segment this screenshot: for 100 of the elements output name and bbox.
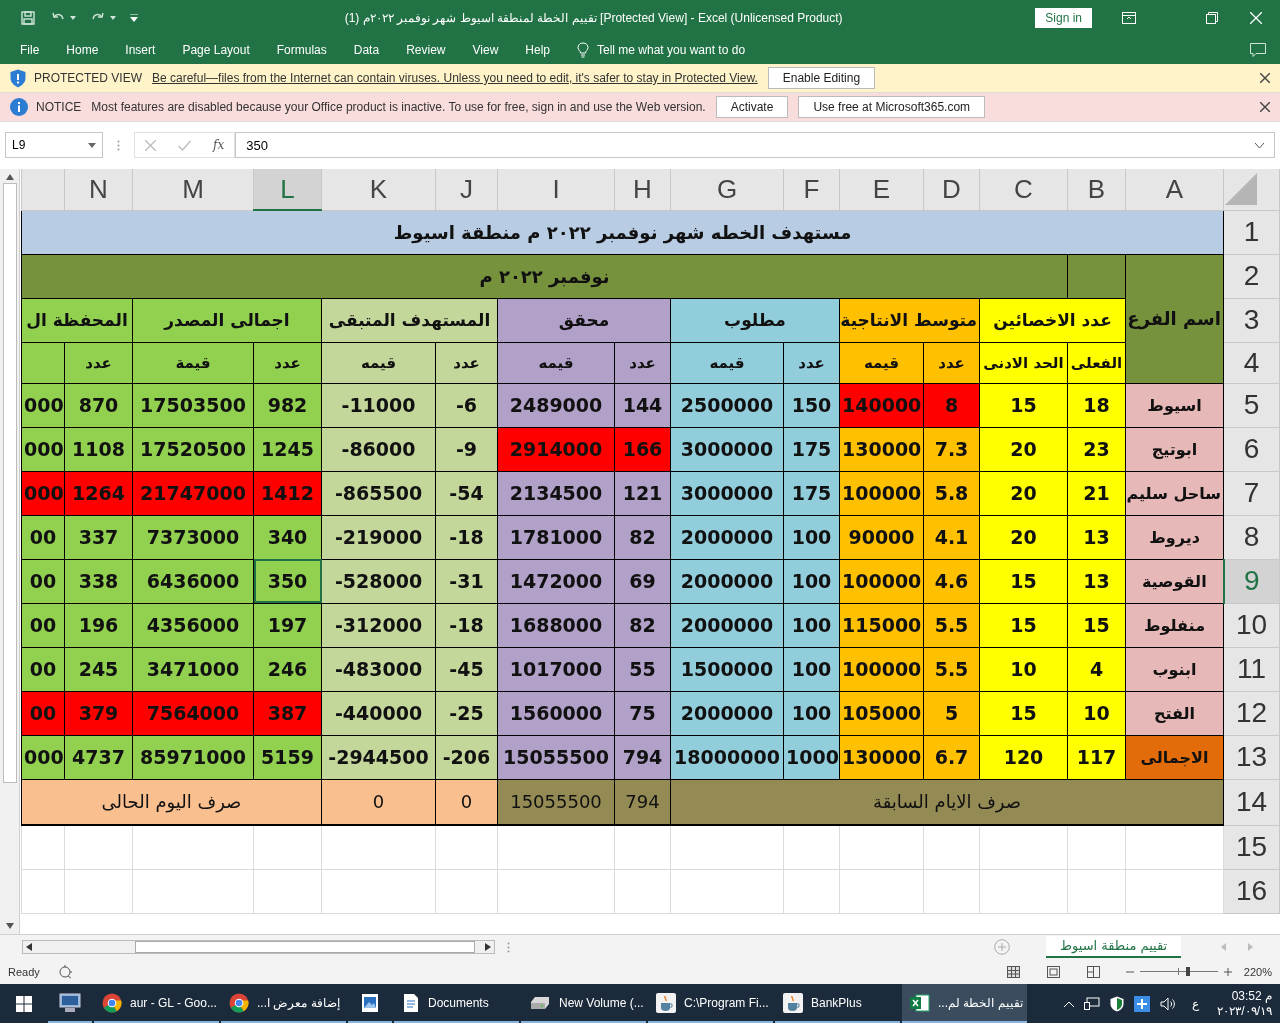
row-header[interactable]: 14: [1223, 779, 1280, 825]
expand-icon[interactable]: [1255, 142, 1264, 148]
scroll-up-icon[interactable]: [5, 174, 14, 180]
row-header[interactable]: 9: [1223, 559, 1280, 603]
drive-icon[interactable]: [529, 995, 551, 1010]
menu-tab[interactable]: Formulas: [276, 42, 327, 57]
row-header[interactable]: 12: [1223, 691, 1280, 735]
formula-input[interactable]: 350: [235, 132, 1275, 158]
page-layout-icon[interactable]: [1046, 965, 1060, 978]
shield-icon[interactable]: [1110, 995, 1125, 1012]
taskbar-button[interactable]: Documents: [394, 984, 519, 1023]
caret-icon[interactable]: [1064, 1000, 1075, 1007]
row-header[interactable]: 4: [1223, 342, 1280, 383]
row-header[interactable]: 16: [1223, 869, 1280, 913]
scrollbar-thumb[interactable]: [135, 941, 475, 953]
row-header[interactable]: 11: [1223, 647, 1280, 691]
row-header[interactable]: 2: [1223, 254, 1280, 298]
picture-icon[interactable]: [361, 992, 379, 1013]
column-header[interactable]: F: [783, 169, 840, 210]
start-icon[interactable]: [16, 995, 32, 1012]
row-header[interactable]: 13: [1223, 735, 1280, 779]
spreadsheet-icon[interactable]: [910, 993, 930, 1012]
insert-function-button[interactable]: fx: [213, 138, 225, 152]
table-cell: -440000: [321, 691, 436, 735]
speaker-icon[interactable]: [1160, 996, 1177, 1011]
restore-icon[interactable]: [1206, 11, 1218, 24]
scroll-left-icon[interactable]: [26, 943, 32, 951]
row-header[interactable]: 15: [1223, 825, 1280, 869]
scrollbar-thumb[interactable]: [2, 183, 17, 783]
row-header[interactable]: 5: [1223, 383, 1280, 427]
page-break-icon[interactable]: [1086, 965, 1100, 978]
taskbar-button[interactable]: aur - GL - Goo...: [94, 984, 219, 1023]
column-header[interactable]: N: [64, 169, 133, 210]
coffee-cup-icon[interactable]: [656, 992, 676, 1013]
scroll-right-icon[interactable]: [485, 943, 491, 951]
scroll-down-icon[interactable]: [5, 923, 14, 929]
column-header[interactable]: K: [321, 169, 436, 210]
row-header[interactable]: 8: [1223, 515, 1280, 559]
bar-button[interactable]: Use free at Microsoft365.com: [798, 96, 986, 118]
zoom-in-icon[interactable]: [1223, 967, 1232, 976]
column-header[interactable]: G: [670, 169, 784, 210]
normal-view-icon[interactable]: [1006, 965, 1020, 978]
menu-tab[interactable]: File: [20, 42, 40, 57]
warning-link[interactable]: Be careful—files from the Internet can contain viruses. Unless you need to edit, it's safer to stay in Protected View.: [152, 71, 758, 85]
customize-toolbar-icon[interactable]: [130, 13, 138, 22]
tell-me-field[interactable]: Tell me what you want to do: [597, 42, 746, 57]
name-box[interactable]: L9: [5, 132, 103, 158]
menu-tab[interactable]: Page Layout: [182, 42, 250, 57]
menu-tab[interactable]: Help: [525, 42, 550, 57]
sheet-tab[interactable]: تقييم منطقة اسيوط: [1046, 936, 1182, 958]
lightbulb-icon[interactable]: [577, 41, 589, 58]
column-header[interactable]: I: [497, 169, 615, 210]
row-header[interactable]: 10: [1223, 603, 1280, 647]
taskbar-button[interactable]: New Volume (...: [521, 984, 646, 1023]
zoom-slider-thumb[interactable]: [1186, 967, 1191, 976]
comment-icon[interactable]: [1250, 42, 1266, 57]
window-title: تقييم الخطة لمنطقة اسيوط شهر نوفمبر ٢٠٢٢م (1) [Protected View] - Excel (Unlicensed Product): [343, 10, 844, 25]
browser-icon[interactable]: [229, 992, 249, 1013]
column-header[interactable]: J: [435, 169, 498, 210]
row-header[interactable]: 7: [1223, 471, 1280, 515]
sign-in-button[interactable]: Sign in: [1035, 7, 1092, 28]
input-language[interactable]: ع: [1192, 996, 1200, 1011]
column-header[interactable]: A: [1125, 169, 1224, 210]
close-icon[interactable]: [1260, 102, 1270, 112]
taskbar-button[interactable]: تقييم الخطة لم...: [902, 984, 1027, 1023]
column-header[interactable]: H: [614, 169, 671, 210]
zoom-level[interactable]: 220%: [1243, 965, 1272, 978]
save-icon[interactable]: [20, 9, 36, 26]
menu-tab[interactable]: View: [472, 42, 499, 57]
column-header[interactable]: M: [132, 169, 254, 210]
row-header[interactable]: 1: [1223, 210, 1280, 254]
menu-tab[interactable]: Home: [66, 42, 99, 57]
row-header[interactable]: 3: [1223, 298, 1280, 342]
app-tray-icon[interactable]: [1134, 995, 1151, 1012]
document-icon[interactable]: [402, 992, 420, 1013]
close-icon[interactable]: [1260, 73, 1270, 83]
taskbar-button[interactable]: BankPlus: [775, 984, 900, 1023]
column-header[interactable]: L: [253, 169, 322, 210]
ribbon-display-icon[interactable]: [1122, 11, 1136, 24]
bar-button[interactable]: Activate: [715, 96, 789, 118]
zoom-slider[interactable]: [1139, 967, 1218, 976]
menu-tab[interactable]: Data: [353, 42, 380, 57]
accessibility-icon[interactable]: [57, 964, 74, 979]
menu-tab[interactable]: Review: [406, 42, 446, 57]
row-header[interactable]: 6: [1223, 427, 1280, 471]
column-header[interactable]: E: [839, 169, 924, 210]
column-header[interactable]: D: [923, 169, 980, 210]
bar-button[interactable]: Enable Editing: [767, 67, 876, 89]
table-cell: عدد: [783, 342, 840, 383]
table-cell: 69: [614, 559, 671, 603]
coffee-cup-icon[interactable]: [783, 992, 803, 1013]
column-header[interactable]: B: [1067, 169, 1126, 210]
computer-icon[interactable]: [59, 992, 81, 1013]
browser-icon[interactable]: [102, 992, 122, 1013]
network-icon[interactable]: [1084, 996, 1101, 1011]
menu-tab[interactable]: Insert: [125, 42, 156, 57]
taskbar-button[interactable]: إضافة معرض ا...: [221, 984, 346, 1023]
clock[interactable]: 03:52 م ٢٠٢٣/٠٩/١٩: [1217, 988, 1272, 1019]
taskbar-button[interactable]: C:\Program Fi...: [648, 984, 773, 1023]
column-header[interactable]: C: [979, 169, 1068, 210]
